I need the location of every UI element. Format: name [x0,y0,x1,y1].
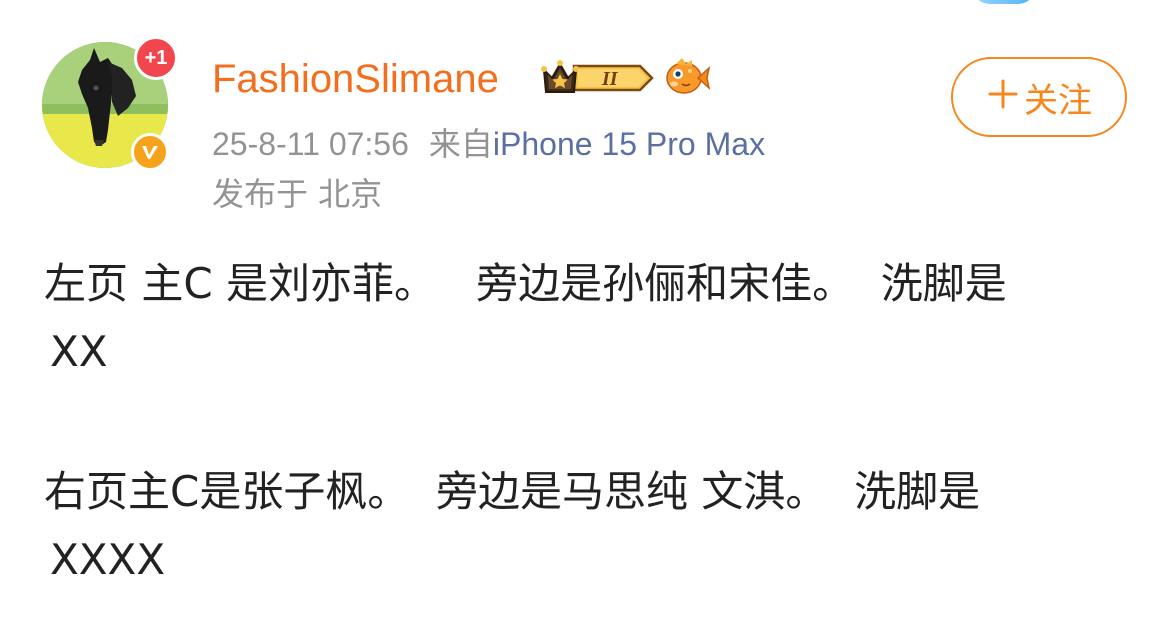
verified-badge [131,133,169,171]
username[interactable]: FashionSlimane [212,52,499,106]
follow-button[interactable]: 关注 [951,57,1127,137]
fish-badge-icon[interactable] [664,56,711,98]
vip-level-label: II [601,68,619,90]
post-text-line: XX [50,327,108,376]
plus-icon [986,77,1020,118]
post-content: 左页 主C 是刘亦菲。 旁边是孙俪和宋佳。 洗脚是 XX 右页主C是张子枫。 旁… [44,250,1134,594]
crown-vip-badge-icon[interactable]: II [540,58,656,98]
verified-v-icon [142,146,158,159]
post-text-line: 左页 主C 是刘亦菲。 旁边是孙俪和宋佳。 洗脚是 [44,259,1007,308]
avatar-container[interactable]: +1 [42,36,178,171]
post-location: 发布于 北京 [212,175,383,213]
top-decoration [972,0,1036,4]
post-text-line: XXXX [50,535,166,584]
notification-badge: +1 [134,36,178,80]
post-meta: 25-8-11 07:56 来自iPhone 15 Pro Max [212,124,765,164]
source-prefix: 来自 [428,126,493,162]
post-timestamp: 25-8-11 07:56 [212,126,409,162]
source-device-link[interactable]: iPhone 15 Pro Max [493,126,765,162]
post-text-line: 右页主C是张子枫。 旁边是马思纯 文淇。 洗脚是 [44,467,981,516]
follow-button-label: 关注 [1024,80,1092,121]
